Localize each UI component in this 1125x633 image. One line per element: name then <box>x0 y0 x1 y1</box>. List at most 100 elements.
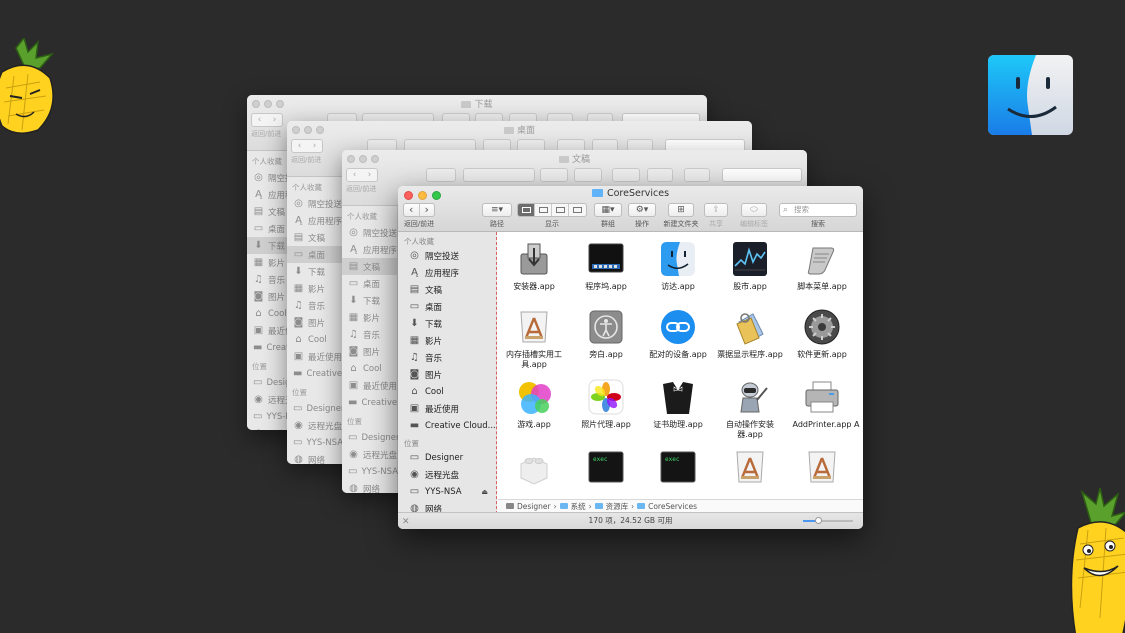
back-button[interactable]: ‹ <box>292 140 307 152</box>
sidebar-item[interactable]: ⌂ Cool <box>342 360 397 377</box>
toolbar-view-segment[interactable] <box>463 168 535 182</box>
toolbar-group-button[interactable] <box>540 168 568 182</box>
edit-tags-button[interactable]: ⬭ <box>741 203 767 217</box>
back-button[interactable]: ‹ <box>347 169 362 181</box>
sidebar-item-designer[interactable]: ▭ Designer <box>398 449 496 466</box>
sidebar-item[interactable]: ⌂ Cool <box>287 331 342 348</box>
sidebar-item[interactable]: ◉ 远程光盘 <box>287 417 342 434</box>
sidebar-item[interactable]: ▤ 文稿 <box>287 229 342 246</box>
finder-window-coreservices[interactable]: CoreServices ‹ › 返回/前进 ≡▾ 路径 显示 ▦▾ 群组 ⚙▾… <box>398 186 863 529</box>
file-item[interactable]: 票据显示程序.app <box>714 308 786 360</box>
icon-view-button[interactable] <box>518 204 535 216</box>
path-segment[interactable]: 资源库 <box>606 501 629 512</box>
search-field[interactable] <box>722 168 802 182</box>
path-segment[interactable]: Designer <box>517 502 551 511</box>
icon-size-slider[interactable] <box>803 517 853 524</box>
back-button[interactable]: ‹ <box>252 114 267 126</box>
close-sidebar-icon[interactable]: ✕ <box>402 517 410 527</box>
back-forward-buttons[interactable]: ‹ › <box>346 168 378 182</box>
sidebar-item-creative-cloud[interactable]: ▬ Creative Cloud... <box>398 417 496 434</box>
file-item[interactable]: 自动操作安装器.app <box>714 378 786 440</box>
file-item[interactable]: 访达.app <box>642 240 714 292</box>
sidebar-item-music[interactable]: ♫ 音乐 <box>398 349 496 366</box>
sidebar-item-yys-nsa[interactable]: ▭ YYS-NSA ⏏ <box>398 483 496 500</box>
file-item[interactable]: 股市.app <box>714 240 786 292</box>
sidebar-item-movies[interactable]: ▦ 影片 <box>398 332 496 349</box>
toolbar-action-button[interactable] <box>574 168 602 182</box>
file-item[interactable] <box>714 448 786 490</box>
eject-icon[interactable]: ⏏ <box>481 488 488 496</box>
file-item[interactable]: 安装器.app <box>498 240 570 292</box>
action-button[interactable]: ⚙▾ <box>628 203 656 217</box>
file-item[interactable]: 旁白.app <box>570 308 642 360</box>
path-button[interactable]: ≡▾ <box>482 203 512 217</box>
back-forward-buttons[interactable]: ‹ › <box>403 203 435 217</box>
sidebar-item[interactable]: ◎ 隔空投送 <box>342 224 397 241</box>
sidebar-item-remote-disc[interactable]: ◉ 远程光盘 <box>398 466 496 483</box>
back-forward-buttons[interactable]: ‹ › <box>251 113 283 127</box>
sidebar-item[interactable]: ◙ 图片 <box>287 314 342 331</box>
forward-button[interactable]: › <box>362 169 377 181</box>
sidebar-item[interactable]: ▭ Designer <box>342 429 400 446</box>
sidebar-item[interactable]: ⬇ 下载 <box>287 263 342 280</box>
sidebar-item[interactable]: ▭ Designer <box>287 400 345 417</box>
back-forward-buttons[interactable]: ‹ › <box>291 139 323 153</box>
partial-file-item[interactable]: A <box>854 378 863 430</box>
sidebar-item-documents[interactable]: ▤ 文稿 <box>398 281 496 298</box>
file-item[interactable]: 游戏.app <box>498 378 570 430</box>
file-item[interactable]: exec <box>642 448 714 490</box>
path-segment[interactable]: CoreServices <box>648 502 697 511</box>
sidebar-item[interactable]: Ą 应用程序 <box>287 212 342 229</box>
file-item[interactable] <box>498 448 570 490</box>
sidebar-item-pictures[interactable]: ◙ 图片 <box>398 366 496 383</box>
toolbar-tags-button[interactable] <box>684 168 710 182</box>
sidebar-item[interactable]: ▭ YYS-NSA <box>342 463 398 480</box>
file-item[interactable]: 程序坞.app <box>570 240 642 292</box>
sidebar-item[interactable]: ▬Creative Cloud... <box>342 394 432 411</box>
file-item[interactable]: 照片代理.app <box>570 378 642 430</box>
sidebar-item-airdrop[interactable]: ◎ 隔空投送 <box>398 247 496 264</box>
toolbar-new-folder-button[interactable] <box>612 168 640 182</box>
column-view-button[interactable] <box>552 204 569 216</box>
forward-button[interactable]: › <box>307 140 322 152</box>
share-button[interactable]: ⇪ <box>704 203 728 217</box>
gallery-view-button[interactable] <box>569 204 586 216</box>
sidebar-item[interactable]: ▬Creative Cloud... <box>287 365 377 382</box>
sidebar-item[interactable]: ▣ 最近使用 <box>287 348 342 365</box>
sidebar-item[interactable]: ◙ 图片 <box>342 343 397 360</box>
sidebar-item[interactable]: ◍网络 <box>287 451 342 464</box>
forward-button[interactable]: › <box>267 114 282 126</box>
file-icon-grid[interactable]: 安装器.app 程序坞.app 访达.app 股市.app 脚本菜单.app 内… <box>498 232 863 499</box>
sidebar-item[interactable]: ▦ 影片 <box>342 309 397 326</box>
slider-knob[interactable] <box>814 517 822 524</box>
sidebar-item[interactable]: ♫ 音乐 <box>342 326 397 343</box>
sidebar-item[interactable]: ▭ YYS-NSA <box>287 434 343 451</box>
sidebar-item[interactable]: ♫ 音乐 <box>287 297 342 314</box>
search-input[interactable]: 搜索 <box>779 203 857 217</box>
new-folder-button[interactable]: ⊞ <box>668 203 694 217</box>
forward-button[interactable]: › <box>420 204 435 216</box>
sidebar-item[interactable]: ▣ 最近使用 <box>342 377 397 394</box>
file-item[interactable]: exec <box>570 448 642 490</box>
sidebar-item-home[interactable]: ⌂ Cool <box>398 383 496 400</box>
file-item[interactable]: AddPrinter.app <box>786 378 858 430</box>
sidebar-item-selected[interactable]: ▭ 桌面 <box>287 246 342 263</box>
sidebar-item-applications[interactable]: Ą 应用程序 <box>398 264 496 281</box>
path-segment[interactable]: 系统 <box>571 501 586 512</box>
sidebar-item-selected[interactable]: ▤ 文稿 <box>342 258 397 275</box>
view-segment[interactable] <box>517 203 587 217</box>
sidebar-item[interactable]: ◍网络 <box>342 480 397 493</box>
file-item[interactable] <box>786 448 858 490</box>
sidebar-item[interactable]: ▭ 桌面 <box>342 275 397 292</box>
toolbar-share-button[interactable] <box>647 168 673 182</box>
list-view-button[interactable] <box>535 204 552 216</box>
file-item[interactable]: 软件更新.app <box>786 308 858 360</box>
sidebar-item[interactable]: ◎ 隔空投送 <box>287 195 342 212</box>
back-button[interactable]: ‹ <box>404 204 420 216</box>
sidebar-item[interactable]: ▦ 影片 <box>287 280 342 297</box>
group-button[interactable]: ▦▾ <box>594 203 622 217</box>
sidebar-item[interactable]: ⬇ 下载 <box>342 292 397 309</box>
title-bar[interactable]: CoreServices ‹ › 返回/前进 ≡▾ 路径 显示 ▦▾ 群组 ⚙▾… <box>398 186 863 232</box>
file-item[interactable]: 证书助理.app <box>642 378 714 430</box>
file-item[interactable]: 内存插槽实用工具.app <box>498 308 570 370</box>
